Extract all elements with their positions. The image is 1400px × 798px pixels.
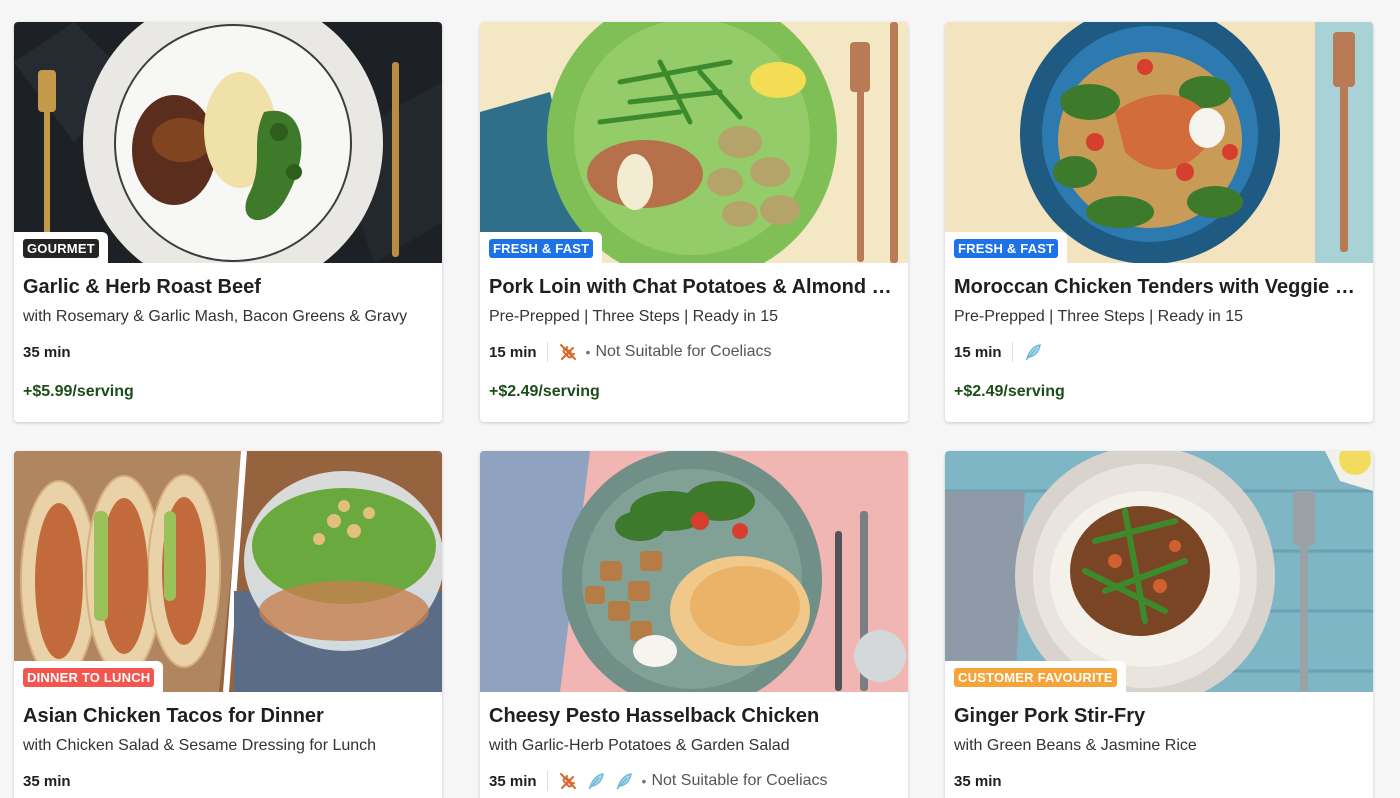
recipe-card[interactable]: FRESH & FAST Moroccan Chicken Tenders wi… (945, 22, 1373, 422)
recipe-photo[interactable]: FRESH & FAST (480, 22, 908, 263)
recipe-tag: DINNER TO LUNCH (23, 668, 155, 687)
recipe-time: 35 min (954, 772, 1002, 790)
recipe-photo[interactable] (480, 451, 908, 692)
recipe-photo[interactable]: CUSTOMER FAVOURITE (945, 451, 1373, 692)
wheat-icon (558, 771, 578, 791)
recipe-subtitle: with Rosemary & Garlic Mash, Bacon Green… (23, 308, 408, 325)
recipe-tag-container: FRESH & FAST (480, 232, 603, 263)
recipe-meta: 35 min (23, 770, 433, 792)
bullet: • (641, 773, 647, 789)
recipe-price: +$2.49/serving (489, 383, 600, 400)
recipe-tag: FRESH & FAST (489, 239, 594, 258)
recipe-meta: 15 min • Not Suitable for Coeliacs (489, 341, 899, 363)
recipe-tag: CUSTOMER FAVOURITE (954, 668, 1117, 687)
recipe-time: 35 min (489, 772, 537, 790)
recipe-tag-container: FRESH & FAST (945, 232, 1068, 263)
recipe-subtitle: Pre-Prepped | Three Steps | Ready in 15 (954, 308, 1244, 325)
recipe-meta: 15 min (954, 341, 1364, 363)
recipe-card[interactable]: CUSTOMER FAVOURITE Ginger Pork Stir-Fry … (945, 451, 1373, 798)
recipe-photo[interactable]: DINNER TO LUNCH (14, 451, 442, 692)
recipe-subtitle: with Green Beans & Jasmine Rice (954, 737, 1197, 754)
recipe-tag: FRESH & FAST (954, 239, 1059, 258)
recipe-subtitle: with Garlic-Herb Potatoes & Garden Salad (489, 737, 790, 754)
dietary-note: Not Suitable for Coeliacs (651, 772, 828, 789)
recipe-tag-container: GOURMET (14, 232, 108, 263)
recipe-title[interactable]: Pork Loin with Chat Potatoes & Almond Gr… (489, 275, 899, 299)
recipe-tag-container: DINNER TO LUNCH (14, 661, 164, 692)
feather-icon (614, 771, 634, 791)
recipe-tag: GOURMET (23, 239, 99, 258)
recipe-meta: 35 min • Not Suitable for Coeliacs (489, 770, 899, 792)
divider (546, 771, 548, 791)
recipe-title[interactable]: Asian Chicken Tacos for Dinner (23, 704, 433, 728)
bullet: • (585, 344, 591, 360)
wheat-icon (558, 342, 578, 362)
recipe-time: 15 min (954, 343, 1002, 361)
recipe-time: 35 min (23, 772, 71, 790)
recipe-price: +$5.99/serving (23, 383, 134, 400)
recipe-meta: 35 min (954, 770, 1364, 792)
recipe-grid: GOURMET Garlic & Herb Roast Beef with Ro… (0, 0, 1400, 798)
recipe-subtitle: with Chicken Salad & Sesame Dressing for… (23, 737, 377, 754)
recipe-title[interactable]: Moroccan Chicken Tenders with Veggie Cou… (954, 275, 1364, 299)
recipe-card[interactable]: Cheesy Pesto Hasselback Chicken with Gar… (480, 451, 908, 798)
recipe-meta: 35 min (23, 341, 433, 363)
recipe-photo[interactable]: GOURMET (14, 22, 442, 263)
recipe-tag-container: CUSTOMER FAVOURITE (945, 661, 1126, 692)
recipe-card[interactable]: FRESH & FAST Pork Loin with Chat Potatoe… (480, 22, 908, 422)
divider (1011, 342, 1013, 362)
recipe-price: +$2.49/serving (954, 383, 1065, 400)
recipe-time: 35 min (23, 343, 71, 361)
recipe-subtitle: Pre-Prepped | Three Steps | Ready in 15 (489, 308, 779, 325)
recipe-title[interactable]: Cheesy Pesto Hasselback Chicken (489, 704, 899, 728)
recipe-time: 15 min (489, 343, 537, 361)
feather-icon (586, 771, 606, 791)
feather-icon (1023, 342, 1043, 362)
recipe-title[interactable]: Ginger Pork Stir-Fry (954, 704, 1364, 728)
dietary-note: Not Suitable for Coeliacs (595, 343, 772, 360)
recipe-card[interactable]: DINNER TO LUNCH Asian Chicken Tacos for … (14, 451, 442, 798)
divider (546, 342, 548, 362)
recipe-card[interactable]: GOURMET Garlic & Herb Roast Beef with Ro… (14, 22, 442, 422)
recipe-title[interactable]: Garlic & Herb Roast Beef (23, 275, 433, 299)
recipe-photo[interactable]: FRESH & FAST (945, 22, 1373, 263)
